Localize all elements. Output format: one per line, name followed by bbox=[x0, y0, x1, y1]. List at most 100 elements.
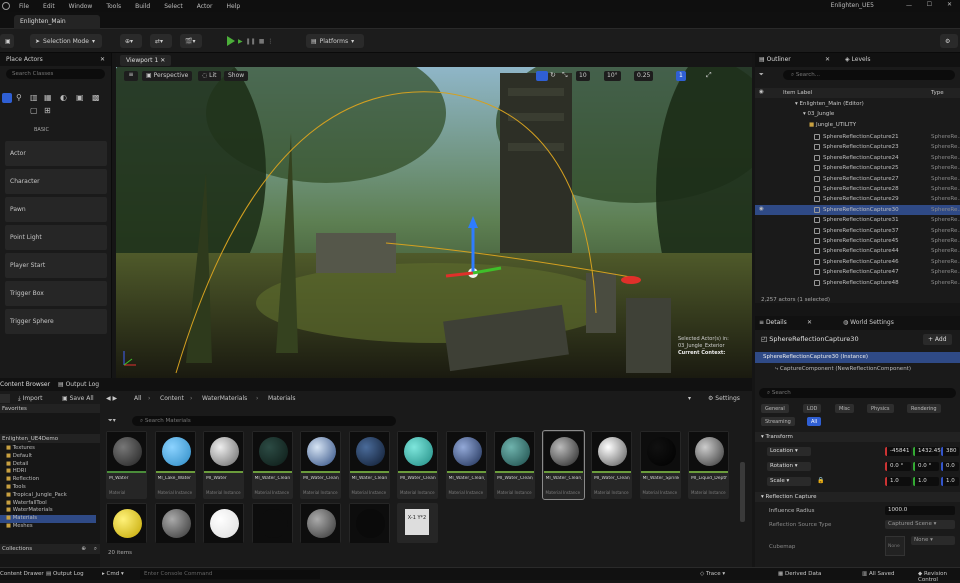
collections-header[interactable]: Collections ⊕ ⌕ bbox=[0, 544, 100, 554]
viewport-options-icon[interactable]: ≡ bbox=[124, 71, 138, 81]
cmd-dropdown[interactable]: ▸ Cmd ▾ bbox=[102, 571, 124, 577]
content-add-icon[interactable]: ⊕▾ bbox=[120, 34, 142, 48]
search-icon[interactable]: ⌕ bbox=[94, 546, 97, 553]
selection-mode-dropdown[interactable]: ➤ Selection Mode ▾ bbox=[30, 34, 102, 48]
cinematic-icon[interactable]: ▦ bbox=[44, 93, 52, 102]
material-asset-tile[interactable] bbox=[251, 503, 293, 543]
asset-search-input[interactable]: ⌕ Search Materials bbox=[132, 416, 396, 426]
material-asset-tile[interactable] bbox=[348, 503, 390, 543]
outliner-row[interactable]: SphereReflectionCapture46 SphereRe... bbox=[755, 257, 960, 267]
instance-row[interactable]: SphereReflectionCapture30 (Instance) bbox=[755, 352, 960, 363]
material-asset-tile[interactable]: MI_Lake_Water Material Instance bbox=[154, 431, 196, 499]
scale-tool-icon[interactable]: ⤡ bbox=[562, 71, 568, 80]
material-asset-tile[interactable]: MI_Water_Clean Material Instance bbox=[251, 431, 293, 499]
outliner-row[interactable]: SphereReflectionCapture48 SphereRe... bbox=[755, 278, 960, 288]
scale-y[interactable]: 1.0 bbox=[913, 477, 939, 486]
rotation-x[interactable]: 0.0 ° bbox=[885, 462, 911, 471]
material-asset-tile[interactable]: M_Water Material bbox=[106, 431, 147, 499]
platforms-dropdown[interactable]: ▤ Platforms ▾ bbox=[306, 34, 364, 48]
translate-tool-icon[interactable] bbox=[536, 71, 548, 81]
material-asset-tile[interactable]: MI_Liquid_Depth Material Instance bbox=[688, 431, 729, 499]
outliner-row[interactable]: SphereReflectionCapture24 SphereRe... bbox=[755, 153, 960, 163]
trigger-box-button[interactable]: Trigger Box bbox=[5, 281, 107, 306]
lock-icon[interactable]: 🔒 bbox=[817, 477, 824, 484]
influence-radius-input[interactable]: 1000.0 bbox=[885, 506, 955, 515]
location-z[interactable]: 380 bbox=[941, 447, 959, 456]
outliner-row[interactable]: SphereReflectionCapture31 SphereRe... bbox=[755, 215, 960, 225]
folder-item[interactable]: ■ WaterfallTool bbox=[0, 500, 96, 508]
close-icon[interactable]: ✕ bbox=[100, 56, 105, 63]
menu-window[interactable]: Window bbox=[62, 3, 100, 10]
source-type-dropdown[interactable]: Captured Scene ▾ bbox=[885, 520, 955, 529]
viewport-tab[interactable]: Viewport 1 ✕ bbox=[120, 55, 172, 66]
filter-streaming[interactable]: Streaming bbox=[761, 417, 795, 426]
grid-icon[interactable]: ⊞ bbox=[44, 106, 51, 115]
material-asset-tile[interactable] bbox=[106, 503, 147, 543]
material-asset-tile[interactable]: MI_Water_Clean Material Instance bbox=[397, 431, 438, 499]
material-asset-tile[interactable] bbox=[203, 503, 244, 543]
folder-item[interactable]: ■ WaterMaterials bbox=[0, 507, 96, 515]
material-asset-tile[interactable]: MI_Water_Clean_Jungle Material Instance bbox=[591, 431, 632, 499]
console-input[interactable]: Enter Console Command bbox=[140, 570, 320, 579]
play-icon[interactable] bbox=[227, 36, 235, 46]
more-icon[interactable]: ⋮ bbox=[267, 38, 273, 45]
actor-button[interactable]: Actor bbox=[5, 141, 107, 166]
filter-icon[interactable]: ⏷ bbox=[759, 71, 764, 79]
menu-select[interactable]: Select bbox=[157, 3, 190, 10]
tree-folder[interactable]: ■ Jungle_UTILITY bbox=[809, 122, 856, 128]
import-button[interactable]: ⤓ Import bbox=[18, 395, 42, 403]
item-label-column[interactable]: Item Label bbox=[783, 90, 812, 96]
outliner-row[interactable]: SphereReflectionCapture44 SphereRe... bbox=[755, 246, 960, 256]
trigger-sphere-button[interactable]: Trigger Sphere bbox=[5, 309, 107, 334]
blueprint-icon[interactable]: ⇄▾ bbox=[150, 34, 172, 48]
volumes-icon[interactable]: ▣ bbox=[76, 93, 84, 102]
material-asset-tile[interactable]: MI_Water_Clean Material Instance bbox=[348, 431, 390, 499]
add-component-button[interactable]: + Add bbox=[923, 334, 952, 345]
add-collection-icon[interactable]: ⊕ bbox=[81, 546, 86, 552]
save-icon[interactable]: ▣ bbox=[0, 34, 14, 48]
menu-edit[interactable]: Edit bbox=[36, 3, 62, 10]
rotate-tool-icon[interactable]: ↻ bbox=[550, 71, 556, 79]
chevron-down-icon[interactable]: ▾ bbox=[688, 395, 691, 402]
minimize-button[interactable]: — bbox=[906, 2, 912, 9]
tree-root[interactable]: ▾ Enlighten_Main (Editor) bbox=[795, 101, 864, 107]
output-log-button[interactable]: ▤ Output Log bbox=[46, 571, 84, 577]
all-saved-button[interactable]: ▥ All Saved bbox=[862, 571, 895, 577]
scale-snap-value[interactable]: 0.25 bbox=[634, 71, 654, 81]
folder-item[interactable]: ■ Tropical_Jungle_Pack bbox=[0, 492, 96, 500]
material-asset-tile[interactable]: MI_Water Material Instance bbox=[203, 431, 244, 499]
rotation-dropdown[interactable]: Rotation ▾ bbox=[767, 462, 811, 471]
material-asset-tile[interactable]: MI_Water_Clean_Lake Material Instance bbox=[445, 431, 487, 499]
stop-icon[interactable]: ■ bbox=[259, 38, 265, 45]
level-tab[interactable]: Enlighten_Main bbox=[14, 15, 100, 29]
outliner-row[interactable]: SphereReflectionCapture45 SphereRe... bbox=[755, 236, 960, 246]
maximize-button[interactable]: ☐ bbox=[927, 1, 932, 8]
outliner-row[interactable]: ◉ SphereReflectionCapture30 SphereRe... bbox=[755, 204, 960, 216]
details-tab[interactable]: ≡ Details bbox=[759, 319, 787, 326]
point-light-button[interactable]: Point Light bbox=[5, 225, 107, 250]
tree-level[interactable]: ▾ 03_Jungle bbox=[803, 111, 834, 117]
outliner-row[interactable]: SphereReflectionCapture27 SphereRe... bbox=[755, 174, 960, 184]
output-log-tab[interactable]: ▤ Output Log bbox=[58, 381, 99, 388]
world-settings-tab[interactable]: ◍ World Settings bbox=[843, 319, 894, 326]
character-button[interactable]: Character bbox=[5, 169, 107, 194]
outliner-row[interactable]: SphereReflectionCapture21 SphereRe... bbox=[755, 132, 960, 142]
path-content[interactable]: Content bbox=[160, 395, 184, 402]
folder-item[interactable]: ■ HDRI bbox=[0, 468, 96, 476]
material-asset-tile[interactable]: MI_Water_Clean_Pool Material Instance bbox=[494, 431, 535, 499]
content-drawer-button[interactable]: Content Drawer bbox=[0, 571, 44, 577]
shapes-icon[interactable]: ▥ bbox=[30, 93, 38, 102]
outliner-tab[interactable]: ▤ Outliner bbox=[759, 56, 791, 63]
filter-rendering[interactable]: Rendering bbox=[907, 404, 941, 413]
cubemap-dropdown[interactable]: None ▾ bbox=[911, 536, 955, 545]
pause-icon[interactable]: ❚❚ bbox=[246, 38, 256, 45]
folder-item[interactable]: ■ Textures bbox=[0, 445, 96, 453]
cubemap-thumbnail[interactable]: None bbox=[885, 536, 905, 556]
close-icon[interactable]: ✕ bbox=[807, 319, 812, 326]
filter-lod[interactable]: LOD bbox=[803, 404, 822, 413]
path-watermaterials[interactable]: WaterMaterials bbox=[202, 395, 247, 402]
search-classes-input[interactable]: Search Classes bbox=[6, 69, 105, 79]
content-browser-tab[interactable]: Content Browser bbox=[0, 381, 50, 388]
folder-item[interactable]: ■ Detail bbox=[0, 461, 96, 469]
outliner-row[interactable]: SphereReflectionCapture28 SphereRe... bbox=[755, 184, 960, 194]
